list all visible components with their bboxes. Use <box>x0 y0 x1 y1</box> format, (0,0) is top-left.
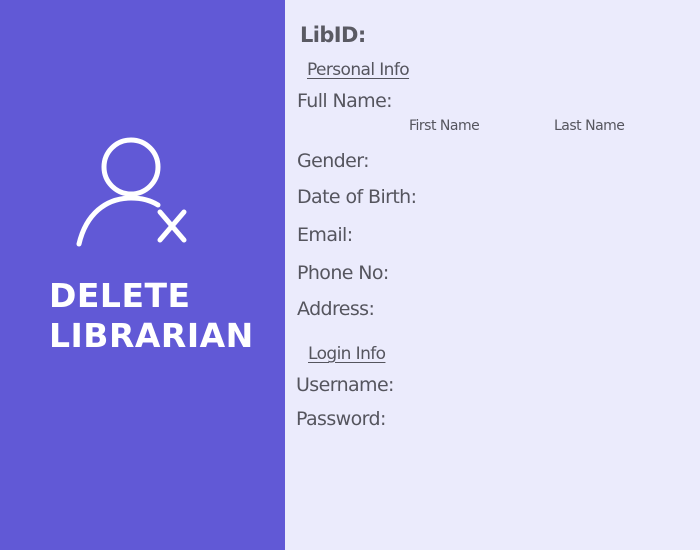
page-title: DELETE LIBRARIAN <box>49 276 254 356</box>
address-label: Address: <box>297 298 375 320</box>
gender-label: Gender: <box>297 150 369 172</box>
phone-label: Phone No: <box>297 262 389 284</box>
sidebar-panel: DELETE LIBRARIAN <box>0 0 285 550</box>
last-name-label: Last Name <box>554 118 625 134</box>
full-name-label: Full Name: <box>297 90 393 112</box>
personal-info-heading: Personal Info <box>307 60 410 80</box>
first-name-label: First Name <box>409 118 480 134</box>
username-label: Username: <box>296 374 394 396</box>
password-label: Password: <box>296 408 386 430</box>
librarian-details-panel: LibID: Personal Info Full Name: First Na… <box>285 0 700 550</box>
email-label: Email: <box>297 224 353 246</box>
user-remove-icon <box>76 137 187 247</box>
page-title-line1: DELETE <box>49 276 191 315</box>
login-info-heading: Login Info <box>308 344 386 364</box>
lib-id-label: LibID: <box>300 23 366 47</box>
page-title-line2: LIBRARIAN <box>49 316 254 355</box>
date-of-birth-label: Date of Birth: <box>297 186 417 208</box>
